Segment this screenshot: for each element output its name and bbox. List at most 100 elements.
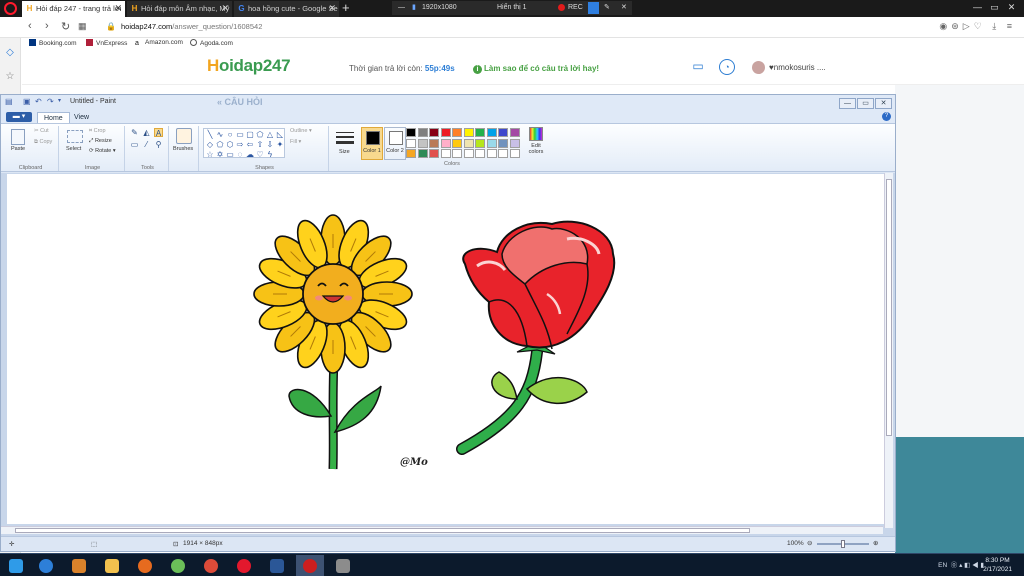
rotate-button[interactable]: ⟳ Rotate ▾ bbox=[89, 148, 116, 154]
palette-swatch[interactable] bbox=[509, 128, 520, 137]
horizontal-scrollbar[interactable] bbox=[1, 526, 883, 534]
palette-swatch[interactable] bbox=[440, 138, 451, 148]
down-arrow-shape-icon[interactable]: ⇩ bbox=[265, 140, 275, 149]
palette-swatch[interactable] bbox=[429, 128, 439, 137]
vertical-scroll-thumb[interactable] bbox=[886, 179, 892, 436]
pen-icon[interactable]: ✎ bbox=[604, 1, 610, 15]
palette-swatch[interactable] bbox=[509, 138, 520, 148]
record-button[interactable]: REC bbox=[568, 1, 583, 15]
taskbar-opera-button[interactable] bbox=[230, 555, 258, 576]
outline-button[interactable]: Outline ▾ bbox=[290, 128, 312, 134]
palette-swatch[interactable] bbox=[463, 128, 474, 137]
tab-home[interactable]: Home bbox=[37, 112, 70, 123]
crop-button[interactable]: ⌗ Crop bbox=[89, 128, 106, 135]
bookmarks-star-icon[interactable]: ☆ bbox=[4, 71, 16, 83]
answer-tips-link[interactable]: i Làm sao để có câu trả lời hay! bbox=[473, 64, 599, 74]
minimize-icon[interactable]: — bbox=[398, 1, 405, 15]
tab-google-search[interactable]: G hoa hồng cute - Google Se ✕ bbox=[234, 1, 339, 17]
save-icon[interactable]: ▣ bbox=[23, 97, 32, 106]
tab-hoidap-answer[interactable]: H Hỏi đáp 247 - trang trả lời ✕ bbox=[22, 1, 125, 17]
keyboard-language[interactable]: EN bbox=[938, 562, 947, 569]
paint-close-button[interactable]: ✕ bbox=[875, 98, 892, 109]
palette-swatch[interactable] bbox=[452, 138, 462, 148]
resize-button[interactable]: ⤢ Resize bbox=[89, 138, 112, 145]
avatar[interactable] bbox=[752, 61, 765, 74]
callout-cloud-shape-icon[interactable]: ☁ bbox=[245, 150, 255, 159]
chat-icon[interactable]: ▭ bbox=[690, 59, 706, 75]
messenger-icon[interactable]: ◇ bbox=[4, 47, 16, 59]
brush-icon[interactable] bbox=[176, 128, 192, 144]
polygon-shape-icon[interactable]: ⬠ bbox=[255, 130, 265, 139]
color1-button[interactable]: Color 1 bbox=[361, 127, 383, 160]
pentagon-shape-icon[interactable]: ⬠ bbox=[215, 140, 225, 149]
paint-maximize-button[interactable]: ▭ bbox=[857, 98, 874, 109]
text-icon[interactable]: A bbox=[154, 128, 163, 138]
horizontal-scroll-thumb[interactable] bbox=[15, 528, 750, 533]
palette-swatch[interactable] bbox=[486, 128, 497, 137]
close-tab-icon[interactable]: ✕ bbox=[114, 1, 122, 16]
palette-swatch[interactable] bbox=[498, 138, 508, 148]
color2-button[interactable]: Color 2 bbox=[384, 127, 406, 160]
palette-swatch[interactable] bbox=[463, 149, 474, 158]
palette-swatch[interactable] bbox=[417, 149, 428, 158]
zoom-slider-thumb[interactable] bbox=[841, 540, 845, 548]
zoom-in-button[interactable]: ⊕ bbox=[873, 539, 878, 547]
left-arrow-shape-icon[interactable]: ⇦ bbox=[245, 140, 255, 149]
callout-rect-shape-icon[interactable]: ▭ bbox=[225, 150, 235, 159]
file-menu-button[interactable]: ▬ ▾ bbox=[6, 112, 32, 122]
fill-icon[interactable]: ◭ bbox=[142, 128, 151, 137]
palette-swatch[interactable] bbox=[498, 128, 508, 137]
close-tab-icon[interactable]: ✕ bbox=[221, 1, 229, 16]
reload-icon[interactable]: ↻ bbox=[61, 20, 70, 33]
cut-button[interactable]: ✂ Cut bbox=[34, 128, 49, 134]
line-shape-icon[interactable]: ╲ bbox=[205, 130, 215, 139]
taskbar-app-green-button[interactable] bbox=[164, 555, 192, 576]
drawing-canvas[interactable]: @Mo bbox=[7, 174, 884, 524]
palette-swatch[interactable] bbox=[475, 149, 485, 158]
up-arrow-shape-icon[interactable]: ⇧ bbox=[255, 140, 265, 149]
taskbar-firefox-button[interactable] bbox=[131, 555, 159, 576]
paste-button[interactable]: Paste bbox=[11, 146, 25, 152]
paste-icon[interactable] bbox=[11, 129, 25, 145]
palette-swatch[interactable] bbox=[475, 128, 485, 137]
palette-swatch[interactable] bbox=[406, 138, 416, 148]
palette-swatch[interactable] bbox=[417, 128, 428, 137]
tray-icons[interactable]: ⓪ ▴ ◧ ◀ ▮ bbox=[949, 562, 984, 569]
taskbar-explorer-button[interactable] bbox=[98, 555, 126, 576]
eraser-icon[interactable]: ▭ bbox=[130, 140, 139, 149]
rectangle-shape-icon[interactable]: ▭ bbox=[235, 130, 245, 139]
bookmark-vnexpress[interactable]: VnExpress bbox=[86, 39, 127, 47]
palette-swatch[interactable] bbox=[475, 138, 485, 148]
back-icon[interactable]: ‹ bbox=[28, 20, 32, 32]
star4-shape-icon[interactable]: ✦ bbox=[275, 140, 285, 149]
palette-swatch[interactable] bbox=[452, 149, 462, 158]
palette-swatch[interactable] bbox=[429, 138, 439, 148]
forward-icon[interactable]: › bbox=[45, 20, 49, 32]
taskbar-media-button[interactable] bbox=[65, 555, 93, 576]
edit-colors-button[interactable]: Edit colors bbox=[527, 127, 545, 161]
fill-button[interactable]: Fill ▾ bbox=[290, 139, 301, 145]
select-button[interactable]: Select bbox=[66, 146, 81, 152]
taskbar-clock[interactable]: 8:30 PM 2/17/2021 bbox=[983, 556, 1012, 574]
bookmark-booking[interactable]: Booking.com bbox=[29, 39, 77, 47]
redo-icon[interactable]: ↷ bbox=[47, 97, 56, 106]
rounded-rect-shape-icon[interactable]: ▢ bbox=[245, 130, 255, 139]
close-button[interactable]: ✕ bbox=[1003, 0, 1020, 14]
palette-swatch[interactable] bbox=[486, 138, 497, 148]
hexagon-shape-icon[interactable]: ⬡ bbox=[225, 140, 235, 149]
diamond-shape-icon[interactable]: ◇ bbox=[205, 140, 215, 149]
palette-swatch[interactable] bbox=[463, 138, 474, 148]
tab-view[interactable]: View bbox=[68, 112, 95, 123]
palette-swatch[interactable] bbox=[509, 149, 520, 158]
brushes-button[interactable]: Brushes bbox=[173, 146, 193, 152]
oval-shape-icon[interactable]: ○ bbox=[225, 130, 235, 139]
url-field[interactable]: hoidap247.com/answer_question/1608542 bbox=[121, 22, 262, 31]
help-icon[interactable]: ? bbox=[882, 112, 891, 121]
taskbar-app-gray-button[interactable] bbox=[329, 555, 357, 576]
hoidap247-logo[interactable]: Hoidap247 bbox=[207, 56, 291, 76]
bell-icon[interactable]: ◔ bbox=[719, 59, 735, 75]
taskbar-recorder-button[interactable] bbox=[296, 555, 324, 576]
close-tab-icon[interactable]: ✕ bbox=[328, 1, 336, 16]
palette-swatch[interactable] bbox=[486, 149, 497, 158]
right-arrow-shape-icon[interactable]: ⇨ bbox=[235, 140, 245, 149]
